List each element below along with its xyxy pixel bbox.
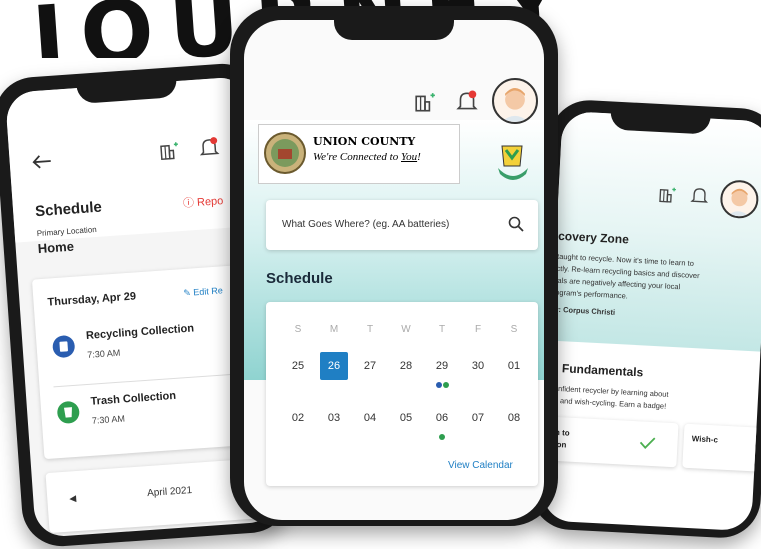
event-dot xyxy=(439,434,445,440)
calendar-day[interactable]: 08 xyxy=(500,412,528,424)
notification-bell-icon[interactable] xyxy=(456,90,478,114)
search-input[interactable]: What Goes Where? (eg. AA batteries) xyxy=(266,200,538,250)
view-calendar-link[interactable]: View Calendar xyxy=(448,460,513,471)
back-arrow-icon[interactable] xyxy=(31,154,52,169)
weekday-header: S xyxy=(294,324,302,335)
event-time: 7:30 AM xyxy=(87,347,121,360)
calendar-day[interactable]: 30 xyxy=(464,360,492,372)
tagline-suffix: ! xyxy=(417,151,421,163)
tagline-prefix: We're Connected to xyxy=(313,151,401,163)
right-phone-screen: covery Zone taught to recycle. Now it's … xyxy=(541,110,761,532)
list-item[interactable]: Trash Collection 7:30 AM xyxy=(54,382,257,446)
discovery-zone-body: taught to recycle. Now it's time to lear… xyxy=(555,251,701,306)
weekday-header: T xyxy=(438,324,446,335)
fundamentals-title: g Fundamentals xyxy=(550,360,644,380)
search-icon[interactable] xyxy=(508,216,524,232)
report-label: Repo xyxy=(196,195,224,209)
prev-month-icon[interactable]: ◀ xyxy=(69,493,77,504)
event-dot xyxy=(436,382,442,388)
calendar-day[interactable]: 27 xyxy=(356,360,384,372)
weekday-header: W xyxy=(401,324,411,335)
weekday-header: S xyxy=(510,324,518,335)
calendar-card: S M T W T F S 25 26 27 28 29 30 01 02 03 04 05 06 07 08 View… xyxy=(266,302,538,486)
bin-add-icon[interactable] xyxy=(658,186,677,205)
schedule-title: Schedule xyxy=(266,270,333,287)
event-title: Recycling Collection xyxy=(85,322,195,342)
avatar-face-icon xyxy=(727,188,750,217)
notification-bell-icon[interactable] xyxy=(198,136,220,159)
lesson-tile[interactable]: Wish-c xyxy=(682,423,761,473)
county-tagline: We're Connected to You! xyxy=(313,151,421,163)
fundamentals-body: confident recycler by learning about on … xyxy=(549,383,669,413)
trash-icon xyxy=(56,400,81,425)
list-item[interactable]: Recycling Collection 7:30 AM xyxy=(50,317,253,381)
weekday-header: M xyxy=(329,324,339,335)
event-date: Thursday, Apr 29 xyxy=(47,290,137,309)
lesson-tile[interactable]: ion to ation xyxy=(541,416,679,468)
right-phone: covery Zone taught to recycle. Now it's … xyxy=(528,98,761,540)
calendar-day[interactable]: 25 xyxy=(284,360,312,372)
bin-add-icon[interactable] xyxy=(414,92,436,114)
avatar-face-icon xyxy=(501,88,529,122)
center-phone: UNION COUNTY We're Connected to You! Wha… xyxy=(230,6,558,526)
calendar-day[interactable]: 01 xyxy=(500,360,528,372)
report-icon: ⓘ xyxy=(182,197,195,210)
calendar-day[interactable]: 03 xyxy=(320,412,348,424)
calendar-day[interactable]: 29 xyxy=(428,360,456,372)
bin-add-icon[interactable] xyxy=(159,141,180,162)
county-seal-icon xyxy=(264,132,306,174)
checkmark-icon xyxy=(639,437,656,449)
calendar-day[interactable]: 02 xyxy=(284,412,312,424)
month-label: April 2021 xyxy=(146,484,193,500)
event-title: Trash Collection xyxy=(90,389,177,408)
center-phone-screen: UNION COUNTY We're Connected to You! Wha… xyxy=(244,20,544,520)
edit-reminder-link[interactable]: ✎ Edit Re xyxy=(183,285,223,299)
calendar-day[interactable]: 06 xyxy=(428,412,456,424)
calendar-day[interactable]: 26 xyxy=(320,352,348,380)
recycling-icon xyxy=(51,334,76,359)
app-logo-icon xyxy=(498,145,528,180)
search-placeholder: What Goes Where? (eg. AA batteries) xyxy=(282,219,450,230)
county-banner: UNION COUNTY We're Connected to You! xyxy=(258,124,460,184)
pencil-icon: ✎ xyxy=(182,287,192,299)
notch xyxy=(334,18,454,40)
event-dot xyxy=(443,382,449,388)
calendar-day[interactable]: 28 xyxy=(392,360,420,372)
calendar-day[interactable]: 07 xyxy=(464,412,492,424)
county-name: UNION COUNTY xyxy=(313,135,416,148)
report-link[interactable]: ⓘ Repo xyxy=(182,192,224,211)
location-value[interactable]: Home xyxy=(37,239,74,256)
weekday-header: F xyxy=(474,324,482,335)
calendar-day[interactable]: 04 xyxy=(356,412,384,424)
avatar[interactable] xyxy=(492,78,538,124)
event-time: 7:30 AM xyxy=(91,413,126,426)
tagline-emphasis: You xyxy=(401,151,418,163)
edit-label: Edit Re xyxy=(192,285,224,298)
weekday-header: T xyxy=(366,324,374,335)
calendar-day[interactable]: 05 xyxy=(392,412,420,424)
notification-bell-icon[interactable] xyxy=(690,186,709,207)
lesson-tile-label: Wish-c xyxy=(691,434,719,445)
